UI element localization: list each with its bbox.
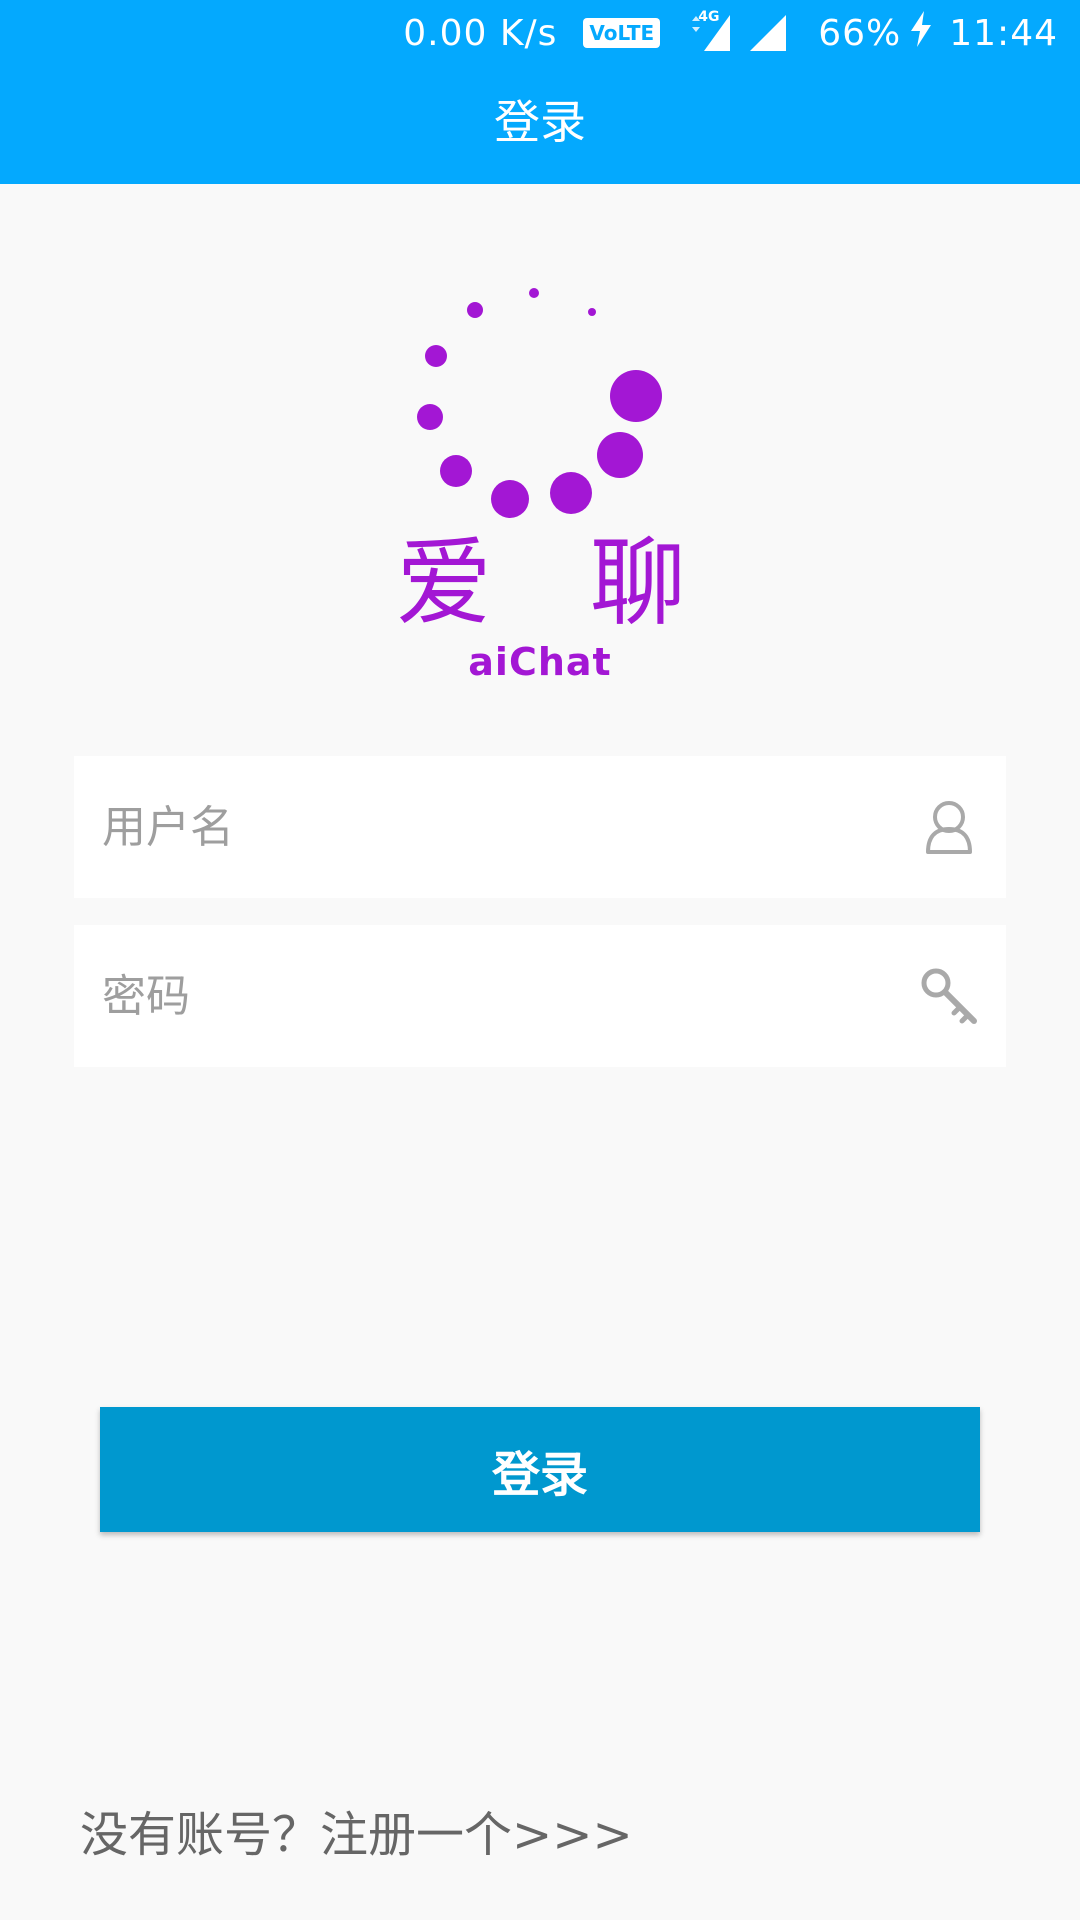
charging-bolt-icon [909, 10, 933, 56]
login-button[interactable]: 登录 [100, 1407, 980, 1532]
net-speed: 0.00 K/s [403, 12, 558, 54]
status-bar: 0.00 K/s VoLTE 4G 66% 11:44 [0, 0, 1080, 66]
logo-dots-graphic [417, 288, 662, 518]
password-field[interactable] [74, 925, 1006, 1067]
logo-chinese-name: 爱 聊 [396, 528, 686, 638]
page-title: 登录 [494, 95, 586, 149]
key-icon [918, 965, 980, 1027]
battery-percent: 66% [818, 12, 902, 54]
app-logo: 爱 聊 aiChat [380, 278, 700, 698]
volte-badge: VoLTE [583, 18, 661, 48]
username-field[interactable] [74, 756, 1006, 898]
register-link[interactable]: 没有账号？注册一个>>> [80, 1800, 633, 1870]
logo-english-name: aiChat [468, 640, 612, 684]
clock: 11:44 [949, 12, 1058, 54]
password-input[interactable] [100, 969, 918, 1023]
app-bar: 0.00 K/s VoLTE 4G 66% 11:44 登录 [0, 0, 1080, 184]
username-input[interactable] [100, 800, 918, 854]
logo-char-2: 聊 [590, 527, 686, 639]
signal-icon [746, 13, 792, 53]
signal-4g-icon: 4G [686, 9, 732, 53]
logo-char-1: 爱 [396, 527, 492, 639]
user-icon [918, 796, 980, 858]
network-type-label: 4G [698, 9, 720, 25]
